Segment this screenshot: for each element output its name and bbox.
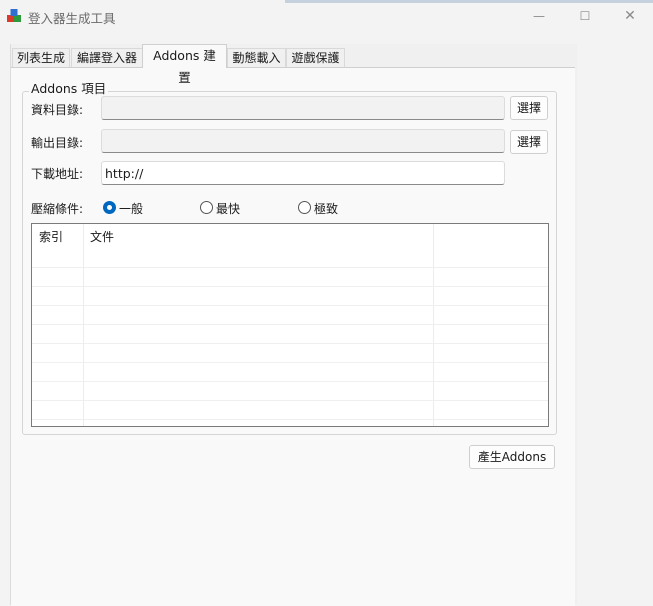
app-cubes-icon <box>7 9 21 22</box>
row-line <box>32 267 548 268</box>
maximize-icon[interactable]: ☐ <box>562 0 608 32</box>
column-separator <box>83 224 84 426</box>
tab-game-protection[interactable]: 遊戲保護 <box>286 48 345 67</box>
generate-addons-button[interactable]: 產生Addons <box>469 445 555 469</box>
row-line <box>32 324 548 325</box>
radio-maximum[interactable] <box>298 201 311 214</box>
row-line <box>32 305 548 306</box>
group-title: Addons 項目 <box>29 78 109 97</box>
close-icon[interactable]: ✕ <box>607 0 653 32</box>
row-line <box>32 286 548 287</box>
data-dir-field[interactable] <box>101 96 505 120</box>
download-url-value: http:// <box>105 166 144 181</box>
output-dir-field[interactable] <box>101 129 505 153</box>
desktop-area <box>577 32 653 605</box>
row-line <box>32 400 548 401</box>
tab-dynamic-load[interactable]: 動態載入 <box>227 48 286 67</box>
tab-list-generate[interactable]: 列表生成 <box>12 48 70 67</box>
download-url-input[interactable]: http:// <box>101 161 505 185</box>
window-title: 登入器生成工具 <box>28 11 116 26</box>
radio-normal-label[interactable]: 一般 <box>119 200 143 217</box>
column-separator <box>433 224 434 426</box>
radio-fastest-label[interactable]: 最快 <box>216 200 240 217</box>
minimize-icon[interactable]: — <box>516 0 562 32</box>
column-header-file[interactable]: 文件 <box>83 224 433 248</box>
radio-normal[interactable] <box>103 201 116 214</box>
row-line <box>32 362 548 363</box>
row-line <box>32 419 548 420</box>
download-url-label: 下載地址: <box>31 167 84 181</box>
data-dir-label: 資料目錄: <box>31 103 84 117</box>
radio-fastest[interactable] <box>200 201 213 214</box>
row-line <box>32 381 548 382</box>
output-dir-browse-button[interactable]: 選擇 <box>510 130 548 154</box>
radio-maximum-label[interactable]: 極致 <box>314 200 338 217</box>
output-dir-label: 輸出目錄: <box>31 136 84 150</box>
tab-compile-launcher[interactable]: 編譯登入器 <box>71 48 143 67</box>
tab-addons-build[interactable]: Addons 建置 <box>142 44 227 85</box>
compression-label: 壓縮條件: <box>31 202 84 216</box>
file-list-view[interactable]: 索引 文件 <box>31 223 549 427</box>
column-header-extra[interactable] <box>433 224 548 248</box>
column-header-index[interactable]: 索引 <box>32 224 83 248</box>
data-dir-browse-button[interactable]: 選擇 <box>510 96 548 120</box>
row-line <box>32 343 548 344</box>
